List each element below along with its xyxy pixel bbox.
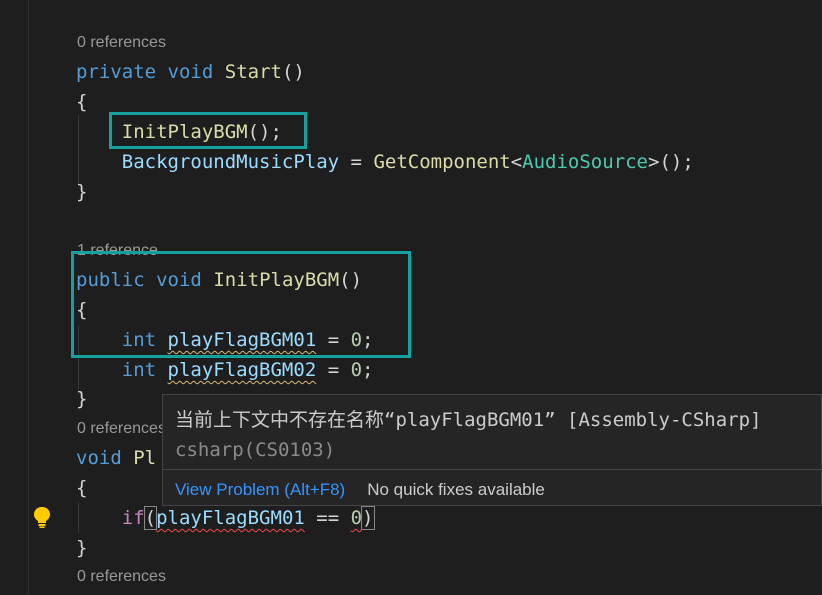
code-line-playflag02-decl[interactable]: int playFlagBGM02 = 0;: [76, 358, 374, 382]
highlight-box-method: [71, 251, 411, 358]
assign-op: =: [339, 151, 374, 173]
generic-open: <: [510, 151, 523, 173]
assign-op: =: [316, 359, 351, 381]
method-name-start: Start: [224, 61, 282, 83]
keyword-int: int: [121, 359, 157, 381]
variable-playflagbgm02[interactable]: playFlagBGM02: [168, 359, 317, 381]
variable-playflagbgm01-error[interactable]: playFlagBGM01: [156, 507, 305, 529]
keyword-if: if: [121, 507, 145, 529]
generic-close: >();: [648, 151, 694, 173]
type-audiosource[interactable]: AudioSource: [522, 151, 648, 173]
code-line-if-statement[interactable]: if(playFlagBGM01 == 0): [76, 506, 375, 530]
code-line-open-brace[interactable]: {: [76, 476, 87, 500]
number-literal: 0: [350, 507, 363, 529]
error-message-text: 当前上下文中不存在名称“playFlagBGM01” [Assembly-CSh…: [175, 409, 762, 431]
view-problem-link[interactable]: View Problem (Alt+F8): [175, 480, 345, 499]
method-call-getcomponent[interactable]: GetComponent: [373, 151, 510, 173]
hover-message: 当前上下文中不存在名称“playFlagBGM01” [Assembly-CSh…: [175, 405, 815, 465]
method-name-play: Pl: [133, 447, 157, 469]
gutter-divider: [28, 0, 29, 595]
error-source-code: csharp(CS0103): [175, 439, 336, 461]
brace: }: [76, 537, 88, 559]
keyword-void: void: [167, 61, 214, 83]
codelens-references[interactable]: 0 references: [77, 33, 166, 53]
error-hover-popup: 当前上下文中不存在名称“playFlagBGM01” [Assembly-CSh…: [162, 394, 822, 506]
semicolon: ;: [362, 359, 374, 381]
brace: {: [76, 477, 88, 499]
keyword-void: void: [76, 447, 122, 469]
paren-open: (: [143, 506, 158, 530]
code-line-close-brace[interactable]: }: [76, 387, 87, 411]
hover-actions: View Problem (Alt+F8) No quick fixes avai…: [175, 479, 545, 501]
keyword-private: private: [76, 61, 157, 83]
paren-close: ): [361, 506, 375, 530]
parens: (): [281, 61, 305, 83]
brace: }: [76, 388, 88, 410]
code-line-start-signature[interactable]: private void Start(): [76, 60, 305, 84]
hover-divider: [163, 469, 821, 470]
brace: {: [76, 91, 88, 113]
brace: }: [76, 181, 88, 203]
code-line-open-brace[interactable]: {: [76, 90, 87, 114]
code-line-close-brace[interactable]: }: [76, 180, 87, 204]
lightbulb-icon[interactable]: [32, 505, 52, 529]
highlight-box-call: [109, 112, 307, 149]
code-line-play-signature[interactable]: void Pl: [76, 446, 156, 470]
field-backgroundmusicplay[interactable]: BackgroundMusicPlay: [122, 151, 339, 173]
code-line-getcomponent[interactable]: BackgroundMusicPlay = GetComponent<Audio…: [76, 150, 694, 174]
no-quick-fixes-label: No quick fixes available: [367, 480, 545, 499]
number-literal: 0: [350, 359, 363, 381]
equality-op: ==: [304, 507, 351, 529]
code-line-close-brace[interactable]: }: [76, 536, 87, 560]
codelens-references[interactable]: 0 references: [77, 567, 166, 587]
codelens-references[interactable]: 0 references: [77, 419, 166, 439]
